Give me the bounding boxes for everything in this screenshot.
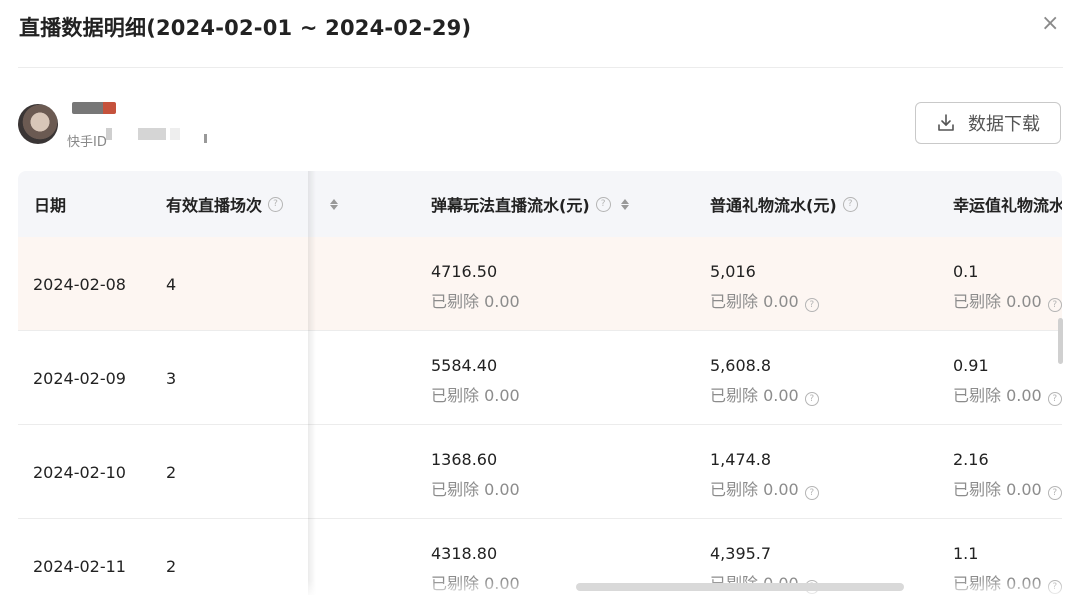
cell-danmaku-removed: 已剔除 0.00 (431, 386, 520, 405)
cell-lucky-removed: 已剔除 0.00? (953, 288, 1062, 312)
sort-icon[interactable] (620, 198, 629, 210)
horizontal-scrollbar[interactable] (576, 583, 904, 591)
header-lucky: 幸运值礼物流水 (953, 196, 1062, 215)
uid-label: 快手ID (67, 135, 107, 150)
cell-lucky: 1.1 (953, 544, 979, 563)
data-table: 日期 有效直播场次 ? 弹幕玩法直播流水(元) ? 普通礼物流水(元) ? 幸运… (18, 171, 1062, 595)
question-circle-icon[interactable]: ? (804, 298, 819, 312)
avatar (18, 104, 58, 144)
user-name-redacted (72, 102, 116, 114)
sort-icon[interactable] (330, 198, 338, 210)
header-sessions: 有效直播场次 ? (166, 171, 284, 237)
question-circle-icon[interactable]: ? (595, 196, 611, 212)
cell-sessions: 4 (166, 275, 177, 294)
uid-redacted (204, 134, 207, 143)
bottom-fade (18, 580, 1062, 608)
dialog-title: 直播数据明细(2024-02-01 ~ 2024-02-29) (19, 16, 472, 40)
question-circle-icon[interactable]: ? (268, 196, 284, 212)
table-row: 2024-02-08 4 4716.50 已剔除 0.00 5,016 已剔除 … (18, 237, 1062, 331)
cell-lucky: 0.1 (953, 262, 979, 281)
cell-sessions: 2 (166, 463, 177, 482)
cell-danmaku: 5584.40 (431, 356, 498, 375)
uid-redacted (106, 128, 112, 140)
table-row: 2024-02-10 2 1368.60 已剔除 0.00 1,474.8 已剔… (18, 425, 1062, 519)
cell-sessions: 2 (166, 557, 177, 576)
divider (18, 67, 1063, 68)
download-data-button[interactable]: 数据下载 (915, 102, 1061, 144)
cell-danmaku-removed: 已剔除 0.00 (431, 292, 520, 311)
question-circle-icon[interactable]: ? (804, 486, 819, 500)
download-label: 数据下载 (968, 114, 1040, 135)
cell-gift-removed: 已剔除 0.00? (710, 382, 819, 406)
uid-redacted (170, 128, 180, 140)
cell-date: 2024-02-08 (33, 275, 126, 294)
cell-lucky-removed: 已剔除 0.00? (953, 476, 1062, 500)
download-icon (938, 114, 954, 131)
question-circle-icon[interactable]: ? (842, 196, 858, 212)
cell-gift: 1,474.8 (710, 450, 772, 469)
question-circle-icon[interactable]: ? (1047, 298, 1062, 312)
cell-lucky-removed: 已剔除 0.00? (953, 382, 1062, 406)
header-hidden-col[interactable] (320, 171, 338, 237)
vertical-scrollbar[interactable] (1058, 318, 1063, 364)
header-gift: 普通礼物流水(元) ? (710, 171, 858, 237)
cell-date: 2024-02-09 (33, 369, 126, 388)
question-circle-icon[interactable]: ? (1047, 392, 1062, 406)
cell-gift: 5,016 (710, 262, 756, 281)
close-icon[interactable]: × (1041, 12, 1059, 36)
cell-lucky: 2.16 (953, 450, 989, 469)
cell-danmaku: 4318.80 (431, 544, 498, 563)
cell-date: 2024-02-11 (33, 557, 126, 576)
question-circle-icon[interactable]: ? (1047, 486, 1062, 500)
cell-gift: 4,395.7 (710, 544, 772, 563)
table-row: 2024-02-09 3 5584.40 已剔除 0.00 5,608.8 已剔… (18, 331, 1062, 425)
cell-sessions: 3 (166, 369, 177, 388)
uid-redacted (138, 128, 166, 140)
question-circle-icon[interactable]: ? (804, 392, 819, 406)
cell-gift-removed: 已剔除 0.00? (710, 288, 819, 312)
header-date: 日期 (34, 196, 67, 215)
cell-lucky: 0.91 (953, 356, 989, 375)
cell-gift: 5,608.8 (710, 356, 772, 375)
cell-danmaku: 1368.60 (431, 450, 498, 469)
cell-danmaku-removed: 已剔除 0.00 (431, 480, 520, 499)
table-header: 日期 有效直播场次 ? 弹幕玩法直播流水(元) ? 普通礼物流水(元) ? 幸运… (18, 171, 1062, 237)
header-danmaku[interactable]: 弹幕玩法直播流水(元) ? (431, 171, 629, 237)
fixed-column-shadow (308, 171, 316, 595)
cell-danmaku: 4716.50 (431, 262, 498, 281)
cell-date: 2024-02-10 (33, 463, 126, 482)
cell-gift-removed: 已剔除 0.00? (710, 476, 819, 500)
